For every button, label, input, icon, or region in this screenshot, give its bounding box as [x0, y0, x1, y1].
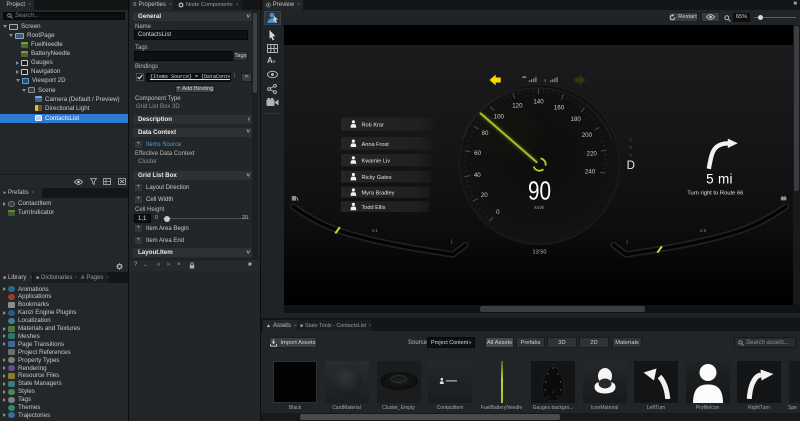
svg-text:60: 60 — [474, 150, 481, 157]
svg-text:100: 100 — [494, 114, 505, 121]
svg-text:D: D — [627, 160, 635, 172]
svg-text:140: 140 — [533, 99, 544, 106]
svg-text:20: 20 — [481, 192, 488, 199]
svg-text:0: 0 — [496, 209, 500, 216]
svg-text:Ricky Gates: Ricky Gates — [362, 175, 392, 181]
svg-text:2.5: 2.5 — [700, 228, 706, 233]
svg-text:Kwamie Liv: Kwamie Liv — [362, 159, 391, 165]
svg-text:0.1: 0.1 — [372, 228, 378, 233]
svg-text:Todd Ellis: Todd Ellis — [362, 205, 386, 211]
svg-text:240: 240 — [585, 168, 596, 175]
svg-text:P: P — [629, 138, 632, 143]
svg-text:Anna Frost: Anna Frost — [362, 142, 390, 148]
svg-text:90: 90 — [528, 176, 551, 206]
svg-text:4: 4 — [543, 78, 546, 84]
svg-text:Turn right to Route 66: Turn right to Route 66 — [687, 190, 743, 196]
svg-text:km/h: km/h — [535, 205, 545, 210]
svg-text:Myra Bradley: Myra Bradley — [362, 191, 395, 197]
svg-text:80: 80 — [482, 130, 489, 137]
svg-text:]: ] — [626, 239, 627, 244]
svg-text:160: 160 — [554, 104, 565, 111]
svg-text:220: 220 — [587, 150, 598, 157]
svg-text:180: 180 — [571, 116, 582, 123]
svg-text:5 mi: 5 mi — [706, 172, 733, 187]
svg-text:200: 200 — [582, 132, 593, 139]
svg-text:13:50: 13:50 — [533, 250, 547, 256]
svg-text:Rob Krar: Rob Krar — [362, 123, 385, 129]
svg-text:120: 120 — [512, 103, 523, 110]
svg-text:N: N — [629, 153, 632, 158]
svg-text:40: 40 — [474, 172, 481, 179]
